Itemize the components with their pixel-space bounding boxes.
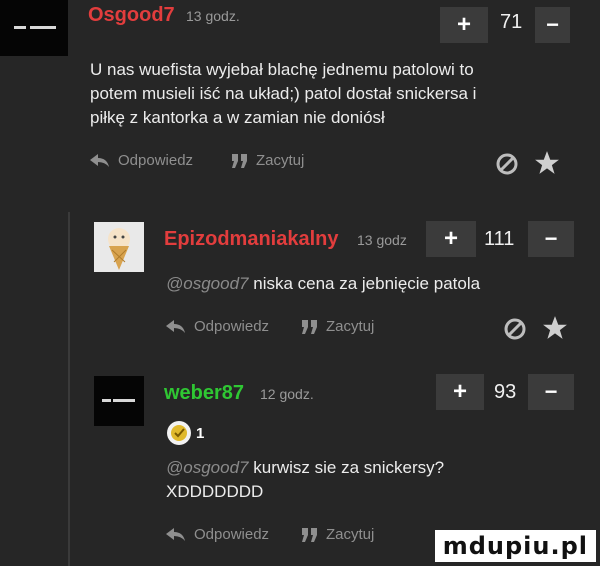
medal-badge: 1 xyxy=(166,420,204,446)
thread-line xyxy=(68,212,70,566)
upvote-button[interactable]: + xyxy=(436,374,484,410)
star-icon[interactable] xyxy=(542,315,568,341)
upvote-button[interactable]: + xyxy=(426,221,476,257)
downvote-button[interactable]: − xyxy=(535,7,570,43)
report-icon[interactable] xyxy=(504,318,526,340)
reply-button[interactable]: Odpowiedz xyxy=(90,152,193,169)
username[interactable]: Epizodmaniakalny xyxy=(164,228,339,251)
reply-button[interactable]: Odpowiedz xyxy=(166,318,269,335)
avatar[interactable] xyxy=(94,222,144,272)
mention-link[interactable]: @osgood7 xyxy=(166,458,249,477)
badge-count: 1 xyxy=(196,424,205,442)
username[interactable]: weber87 xyxy=(164,382,244,405)
avatar[interactable] xyxy=(94,376,144,426)
vote-count: 111 xyxy=(484,228,515,250)
timestamp: 12 godz. xyxy=(260,386,314,402)
quote-icon xyxy=(302,319,317,334)
downvote-button[interactable]: − xyxy=(528,374,574,410)
quote-button[interactable]: Zacytuj xyxy=(302,526,374,543)
mention-link[interactable]: @osgood7 xyxy=(166,274,249,293)
reply-icon xyxy=(166,527,185,541)
comment-text: @osgood7 niska cena za jebnięcie patola xyxy=(166,274,481,293)
quote-icon xyxy=(232,153,247,168)
timestamp: 13 godz. xyxy=(186,8,240,24)
vote-count: 71 xyxy=(500,11,523,33)
avatar[interactable] xyxy=(0,0,68,56)
comment-text: U nas wuefista wyjebał blachę jednemu pa… xyxy=(90,60,477,127)
quote-button[interactable]: Zacytuj xyxy=(302,318,374,335)
vote-count: 93 xyxy=(494,381,517,403)
star-icon[interactable] xyxy=(534,150,560,176)
reply-button[interactable]: Odpowiedz xyxy=(166,526,269,543)
report-icon[interactable] xyxy=(496,153,518,175)
medal-icon xyxy=(167,421,191,445)
site-watermark: mdupiu.pl xyxy=(434,530,596,562)
username[interactable]: Osgood7 xyxy=(88,4,175,27)
upvote-button[interactable]: + xyxy=(440,7,488,43)
reply-icon xyxy=(90,153,109,167)
quote-button[interactable]: Zacytuj xyxy=(232,152,304,169)
downvote-button[interactable]: − xyxy=(528,221,574,257)
quote-icon xyxy=(302,527,317,542)
timestamp: 13 godz xyxy=(357,232,407,248)
ice-cream-avatar-icon xyxy=(108,228,130,270)
comment-text: @osgood7 kurwisz sie za snickersy? XDDDD… xyxy=(166,458,445,501)
reply-icon xyxy=(166,319,185,333)
